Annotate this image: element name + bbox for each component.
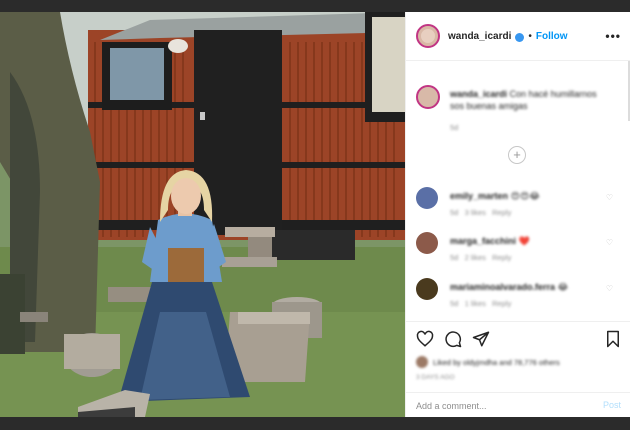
comment-text-block: marga_facchini ❤️	[450, 235, 530, 247]
like-icon[interactable]	[416, 330, 434, 348]
bookmark-icon[interactable]	[605, 330, 621, 348]
load-more-comments-icon[interactable]: +	[508, 146, 526, 164]
comment-likes[interactable]: 2 likes	[465, 253, 486, 262]
comment-reply[interactable]: Reply	[492, 299, 511, 308]
comment-like-icon[interactable]: ♡	[606, 238, 613, 247]
post-photo[interactable]	[0, 12, 405, 417]
comment-like-icon[interactable]: ♡	[606, 284, 613, 293]
caption-username[interactable]: wanda_icardi	[450, 89, 507, 99]
likes-summary[interactable]: Liked by oldyjmdha and 78,776 others	[416, 356, 560, 368]
more-options-icon[interactable]: •••	[605, 29, 621, 43]
comment-avatar[interactable]	[416, 278, 438, 300]
comment-time: 5d	[450, 299, 459, 308]
comment-row: mariaminoalvarado.ferra 😂 5d 1 likes Rep…	[416, 278, 621, 312]
comment-username[interactable]: emily_marten	[450, 191, 508, 201]
comments-list: wanda_icardi Con hacé humillarnos sos bu…	[406, 61, 630, 321]
comment-row: marga_facchini ❤️ 5d 2 likes Reply ♡	[416, 232, 621, 266]
post-actions: Liked by oldyjmdha and 78,776 others 3 D…	[406, 321, 630, 417]
comment-reply[interactable]: Reply	[492, 208, 511, 217]
comment-likes[interactable]: 3 likes	[465, 208, 486, 217]
post-comment-button[interactable]: Post	[603, 400, 621, 410]
add-comment-bar: Post	[406, 392, 630, 417]
author-username[interactable]: wanda_icardi	[448, 31, 511, 42]
comment-meta: 5d 2 likes Reply	[450, 253, 511, 262]
comment-icon[interactable]	[444, 330, 462, 348]
likes-text[interactable]: Liked by oldyjmdha and 78,776 others	[433, 358, 560, 367]
add-comment-input[interactable]	[416, 399, 576, 413]
comment-text: 😂	[557, 282, 569, 292]
post-modal: wanda_icardi • Follow ••• wanda_icardi C…	[0, 12, 630, 417]
caption-text-block: wanda_icardi Con hacé humillarnos sos bu…	[450, 88, 600, 112]
caption-avatar[interactable]	[416, 85, 440, 109]
liker-avatar	[416, 356, 428, 368]
header-separator: •	[528, 30, 532, 42]
share-icon[interactable]	[472, 330, 490, 348]
follow-button[interactable]: Follow	[536, 31, 568, 42]
comment-meta: 5d 3 likes Reply	[450, 208, 511, 217]
action-icons	[416, 330, 490, 348]
caption-row: wanda_icardi Con hacé humillarnos sos bu…	[416, 85, 621, 135]
comment-meta: 5d 1 likes Reply	[450, 299, 511, 308]
comment-row: emily_marten 😍😍😂 5d 3 likes Reply ♡	[416, 187, 621, 221]
post-timestamp: 3 DAYS AGO	[416, 374, 455, 381]
post-side-panel: wanda_icardi • Follow ••• wanda_icardi C…	[405, 12, 630, 417]
author-avatar[interactable]	[416, 24, 440, 48]
comment-text-block: emily_marten 😍😍😂	[450, 190, 540, 202]
caption-time: 5d	[450, 123, 459, 132]
verified-badge-icon	[515, 32, 525, 42]
post-header: wanda_icardi • Follow •••	[406, 12, 630, 61]
comment-like-icon[interactable]: ♡	[606, 193, 613, 202]
comment-likes[interactable]: 1 likes	[465, 299, 486, 308]
comment-username[interactable]: mariaminoalvarado.ferra	[450, 282, 555, 292]
photo-illustration	[0, 12, 405, 417]
comment-time: 5d	[450, 208, 459, 217]
comment-username[interactable]: marga_facchini	[450, 236, 516, 246]
comment-reply[interactable]: Reply	[492, 253, 511, 262]
comment-text: ❤️	[518, 236, 530, 246]
comment-avatar[interactable]	[416, 232, 438, 254]
comment-text-block: mariaminoalvarado.ferra 😂	[450, 281, 568, 293]
comment-avatar[interactable]	[416, 187, 438, 209]
comment-time: 5d	[450, 253, 459, 262]
comment-text: 😍😍😂	[510, 191, 540, 201]
